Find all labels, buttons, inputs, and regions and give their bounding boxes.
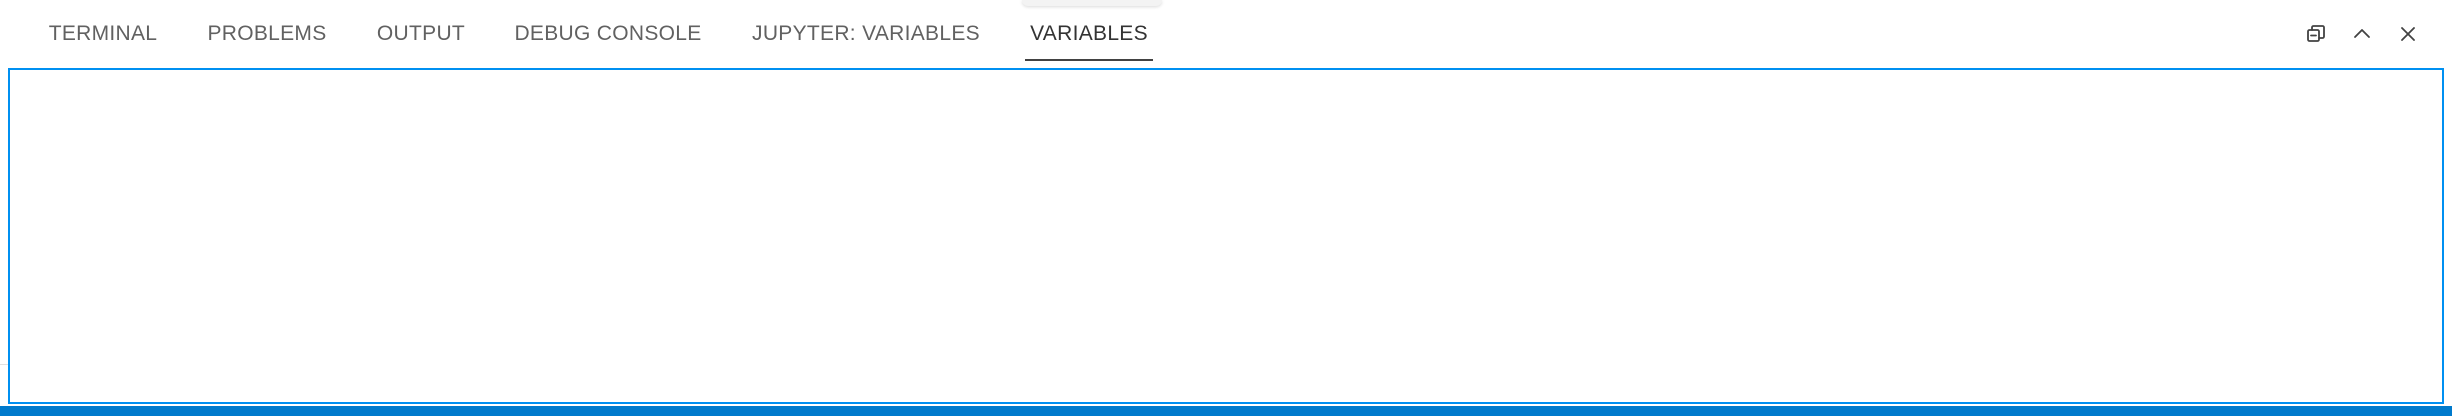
tab-terminal[interactable]: TERMINAL — [40, 0, 166, 68]
restore-panel-button[interactable] — [2298, 16, 2334, 52]
tab-problems[interactable]: PROBLEMS — [200, 0, 334, 68]
active-tab-indicator — [1025, 59, 1153, 61]
tab-label: VARIABLES — [1030, 22, 1148, 45]
tab-jupyter-variables[interactable]: JUPYTER: VARIABLES — [744, 0, 988, 68]
variables-view[interactable] — [8, 68, 2444, 404]
tab-label: TERMINAL — [48, 22, 158, 45]
panel-tab-bar: TERMINAL PROBLEMS OUTPUT DEBUG CONSOLE J… — [0, 0, 2452, 68]
panel-actions — [2298, 16, 2426, 52]
close-icon — [2401, 27, 2415, 41]
tab-label: PROBLEMS — [207, 22, 327, 45]
tab-label: DEBUG CONSOLE — [514, 22, 702, 45]
tab-label: OUTPUT — [376, 22, 466, 45]
divider — [0, 364, 8, 365]
bottom-panel: TERMINAL PROBLEMS OUTPUT DEBUG CONSOLE J… — [0, 0, 2452, 416]
maximize-panel-button[interactable] — [2344, 16, 2380, 52]
restore-panel-icon — [2307, 25, 2325, 42]
close-panel-button[interactable] — [2390, 16, 2426, 52]
tab-variables[interactable]: VARIABLES — [1025, 0, 1153, 68]
tab-debug-console[interactable]: DEBUG CONSOLE — [508, 0, 708, 68]
tab-label: JUPYTER: VARIABLES — [752, 22, 980, 45]
chevron-up-icon — [2354, 29, 2370, 38]
status-bar — [0, 406, 2452, 416]
tab-output[interactable]: OUTPUT — [368, 0, 474, 68]
